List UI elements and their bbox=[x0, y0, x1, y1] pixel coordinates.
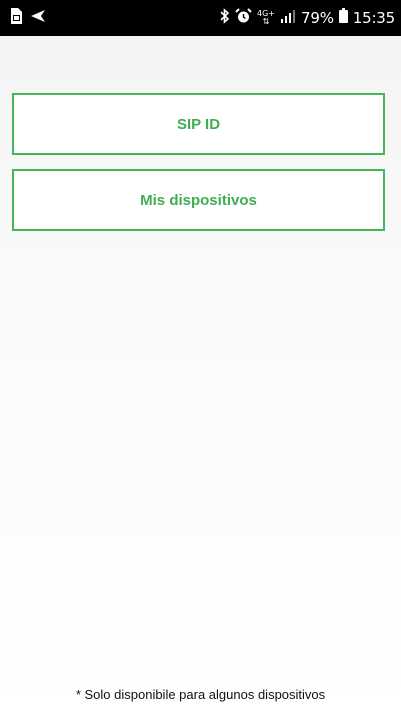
status-bar-right: 4G+ ⇅ 79% 15:35 bbox=[219, 7, 395, 29]
network-arrows-icon: 4G+ ⇅ bbox=[257, 9, 276, 26]
clock: 15:35 bbox=[352, 9, 395, 27]
my-devices-button[interactable]: Mis dispositivos bbox=[12, 169, 385, 231]
alarm-icon bbox=[235, 7, 252, 29]
status-bar-left bbox=[8, 7, 46, 30]
status-bar: 4G+ ⇅ 79% 15:35 bbox=[0, 0, 401, 36]
sim-card-icon bbox=[8, 7, 24, 30]
sip-id-button[interactable]: SIP ID bbox=[12, 93, 385, 155]
battery-percent: 79% bbox=[301, 9, 334, 27]
my-devices-label: Mis dispositivos bbox=[140, 191, 257, 209]
availability-footnote: * Solo disponibile para algunos disposit… bbox=[75, 687, 326, 702]
signal-icon bbox=[280, 9, 296, 28]
battery-icon bbox=[338, 8, 348, 28]
bluetooth-icon bbox=[219, 7, 230, 29]
navigation-icon bbox=[30, 9, 46, 28]
sip-id-label: SIP ID bbox=[176, 115, 221, 133]
